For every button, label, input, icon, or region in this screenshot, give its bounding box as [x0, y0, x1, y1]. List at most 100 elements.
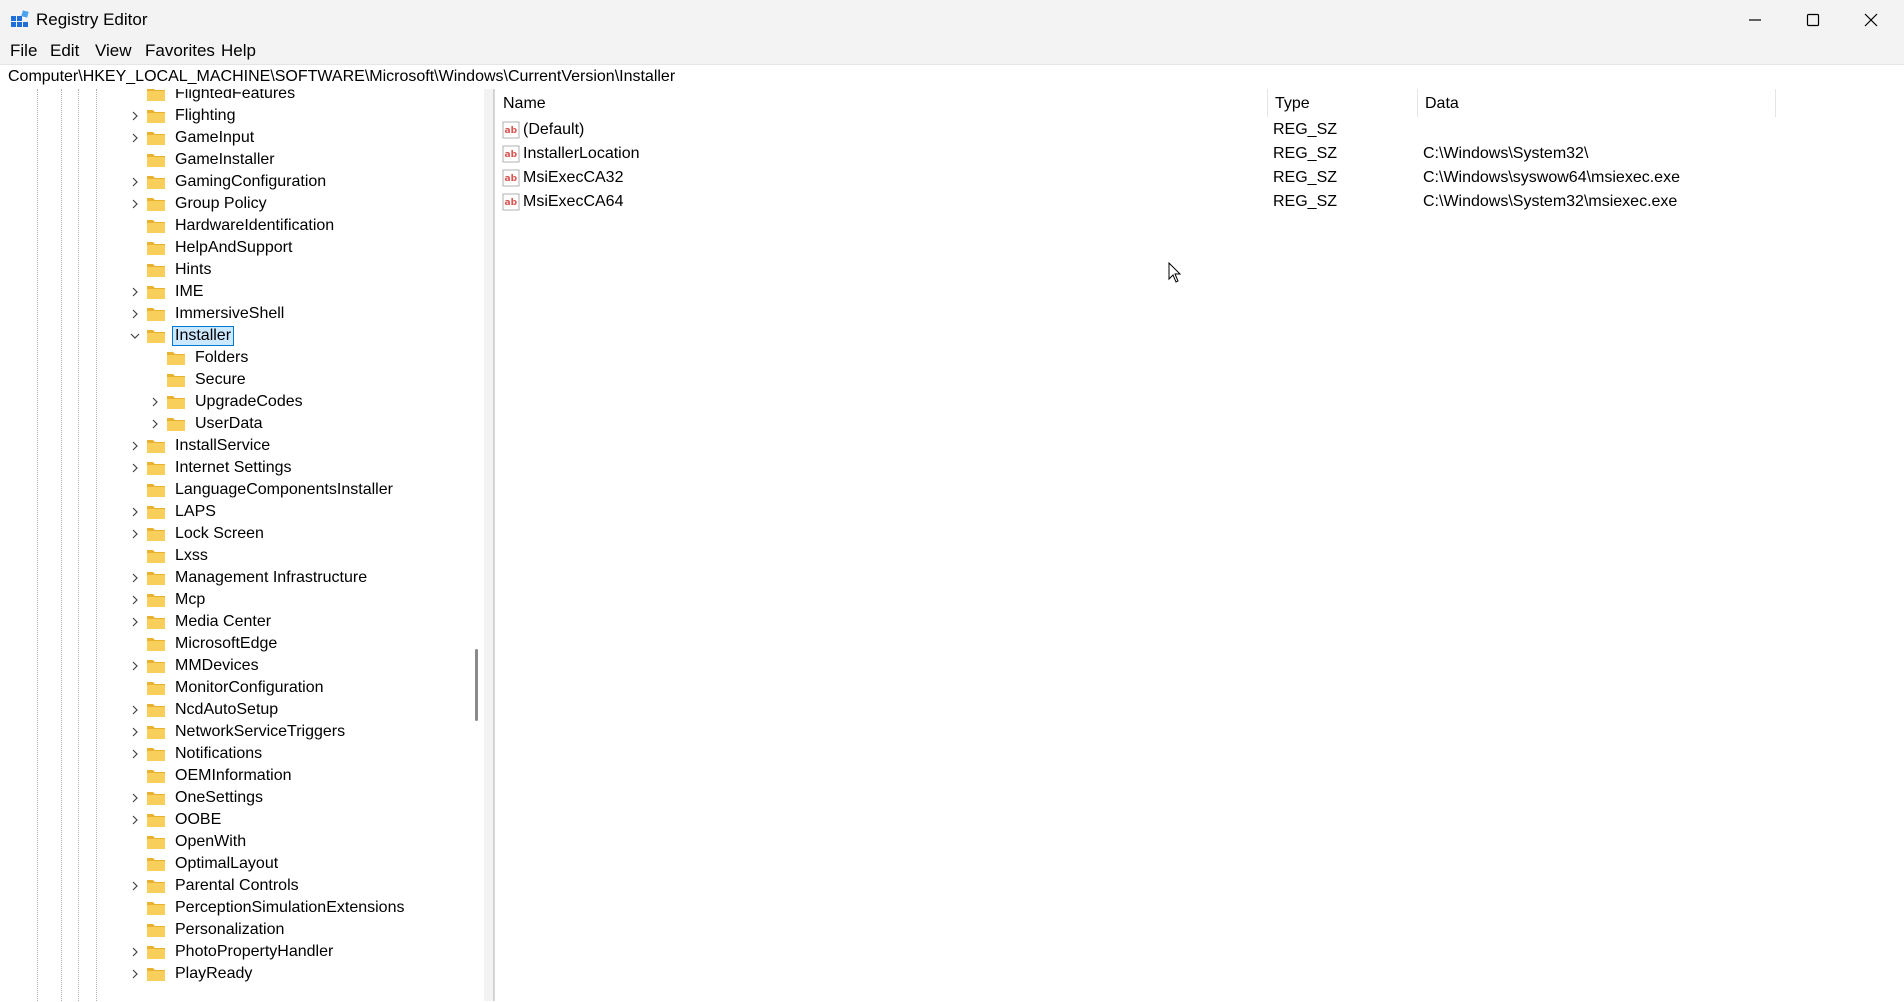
- tree-item[interactable]: Installer: [128, 325, 235, 347]
- values-list[interactable]: Name Type Data ab (Default) REG_SZ ab Instal…: [494, 89, 1904, 1001]
- column-header-type[interactable]: Type: [1267, 89, 1418, 117]
- menu-help[interactable]: Help: [219, 41, 258, 61]
- tree-item-label: Management Infrastructure: [175, 569, 368, 586]
- chevron-right-icon[interactable]: [128, 523, 142, 545]
- chevron-right-icon[interactable]: [128, 809, 142, 831]
- tree-item[interactable]: Hints: [128, 259, 214, 281]
- tree-item[interactable]: OneSettings: [128, 787, 266, 809]
- tree-item[interactable]: MicrosoftEdge: [128, 633, 280, 655]
- folder-icon: [147, 330, 165, 343]
- folder-icon: [147, 484, 165, 497]
- chevron-right-icon[interactable]: [128, 589, 142, 611]
- tree-item[interactable]: Media Center: [128, 611, 274, 633]
- tree-item[interactable]: UserData: [148, 413, 266, 435]
- chevron-right-icon[interactable]: [128, 457, 142, 479]
- tree-scrollbar[interactable]: [468, 89, 484, 1001]
- tree-item[interactable]: HardwareIdentification: [128, 215, 337, 237]
- column-header-name[interactable]: Name: [495, 89, 1268, 117]
- tree-item[interactable]: FlightedFeatures: [128, 89, 298, 105]
- column-header-data[interactable]: Data: [1417, 89, 1776, 117]
- tree-item-label: Internet Settings: [175, 459, 292, 476]
- chevron-right-icon[interactable]: [128, 611, 142, 633]
- tree-item[interactable]: OOBE: [128, 809, 224, 831]
- tree-item-label: MicrosoftEdge: [175, 635, 278, 652]
- tree-item[interactable]: LanguageComponentsInstaller: [128, 479, 396, 501]
- tree-item[interactable]: MMDevices: [128, 655, 262, 677]
- close-button[interactable]: [1842, 0, 1900, 40]
- tree-item[interactable]: Secure: [148, 369, 249, 391]
- tree-item[interactable]: GamingConfiguration: [128, 171, 329, 193]
- menu-edit[interactable]: Edit: [48, 41, 81, 61]
- maximize-button[interactable]: [1784, 0, 1842, 40]
- tree-item[interactable]: IME: [128, 281, 206, 303]
- title-bar: Registry Editor: [0, 0, 1904, 40]
- value-row[interactable]: ab InstallerLocation REG_SZ C:\Windows\Syst…: [495, 142, 1795, 166]
- tree-item-label: Notifications: [175, 745, 263, 762]
- minimize-button[interactable]: [1726, 0, 1784, 40]
- tree-item[interactable]: PerceptionSimulationExtensions: [128, 897, 407, 919]
- chevron-right-icon[interactable]: [128, 787, 142, 809]
- tree-item[interactable]: PlayReady: [128, 963, 255, 985]
- chevron-down-icon[interactable]: [128, 325, 142, 347]
- pane-splitter[interactable]: [484, 89, 494, 1001]
- chevron-right-icon[interactable]: [148, 391, 162, 413]
- tree-item[interactable]: HelpAndSupport: [128, 237, 295, 259]
- tree-scrollbar-thumb[interactable]: [475, 649, 478, 721]
- tree-item[interactable]: Flighting: [128, 105, 238, 127]
- tree-item[interactable]: Parental Controls: [128, 875, 302, 897]
- tree-item[interactable]: Internet Settings: [128, 457, 295, 479]
- tree-item[interactable]: Management Infrastructure: [128, 567, 370, 589]
- folder-icon: [147, 968, 165, 981]
- chevron-right-icon[interactable]: [128, 127, 142, 149]
- chevron-right-icon[interactable]: [128, 501, 142, 523]
- tree-item[interactable]: UpgradeCodes: [148, 391, 306, 413]
- tree-item[interactable]: Lock Screen: [128, 523, 267, 545]
- window-title: Registry Editor: [36, 10, 148, 29]
- tree-item[interactable]: Mcp: [128, 589, 208, 611]
- tree-item[interactable]: Folders: [148, 347, 251, 369]
- value-row[interactable]: ab MsiExecCA32 REG_SZ C:\Windows\syswow64\m…: [495, 166, 1795, 190]
- tree-item-label: PlayReady: [175, 965, 253, 982]
- menu-favorites[interactable]: Favorites: [143, 41, 217, 61]
- tree-item[interactable]: LAPS: [128, 501, 219, 523]
- tree-item[interactable]: NetworkServiceTriggers: [128, 721, 348, 743]
- tree-item[interactable]: InstallService: [128, 435, 273, 457]
- tree-item[interactable]: OEMInformation: [128, 765, 294, 787]
- chevron-right-icon[interactable]: [128, 281, 142, 303]
- key-tree[interactable]: FlightedFeatures Flighting GameInput GameIn…: [0, 89, 485, 1001]
- value-row[interactable]: ab MsiExecCA64 REG_SZ C:\Windows\System32\m…: [495, 190, 1795, 214]
- address-bar[interactable]: Computer\HKEY_LOCAL_MACHINE\SOFTWARE\Mic…: [0, 64, 1904, 90]
- tree-item[interactable]: Notifications: [128, 743, 265, 765]
- tree-item[interactable]: NcdAutoSetup: [128, 699, 281, 721]
- chevron-right-icon[interactable]: [128, 721, 142, 743]
- tree-item[interactable]: Lxss: [128, 545, 211, 567]
- tree-item-label: Mcp: [175, 591, 206, 608]
- chevron-right-icon[interactable]: [128, 171, 142, 193]
- menu-view[interactable]: View: [93, 41, 134, 61]
- chevron-right-icon[interactable]: [128, 941, 142, 963]
- chevron-right-icon[interactable]: [128, 699, 142, 721]
- value-row[interactable]: ab (Default) REG_SZ: [495, 118, 1795, 142]
- chevron-right-icon[interactable]: [128, 875, 142, 897]
- tree-item[interactable]: OptimalLayout: [128, 853, 281, 875]
- chevron-right-icon[interactable]: [128, 193, 142, 215]
- tree-item[interactable]: OpenWith: [128, 831, 249, 853]
- folder-icon: [147, 924, 165, 937]
- tree-item[interactable]: ImmersiveShell: [128, 303, 287, 325]
- chevron-right-icon[interactable]: [128, 567, 142, 589]
- chevron-right-icon[interactable]: [128, 963, 142, 985]
- tree-item[interactable]: PhotoPropertyHandler: [128, 941, 336, 963]
- chevron-right-icon[interactable]: [128, 743, 142, 765]
- chevron-right-icon[interactable]: [128, 655, 142, 677]
- tree-item[interactable]: GameInput: [128, 127, 257, 149]
- tree-item[interactable]: MonitorConfiguration: [128, 677, 327, 699]
- chevron-right-icon[interactable]: [128, 105, 142, 127]
- chevron-right-icon[interactable]: [128, 303, 142, 325]
- menu-file[interactable]: File: [8, 41, 39, 61]
- chevron-right-icon[interactable]: [148, 413, 162, 435]
- tree-item[interactable]: GameInstaller: [128, 149, 278, 171]
- value-type: REG_SZ: [1273, 121, 1338, 138]
- chevron-right-icon[interactable]: [128, 435, 142, 457]
- tree-item[interactable]: Group Policy: [128, 193, 270, 215]
- tree-item[interactable]: Personalization: [128, 919, 287, 941]
